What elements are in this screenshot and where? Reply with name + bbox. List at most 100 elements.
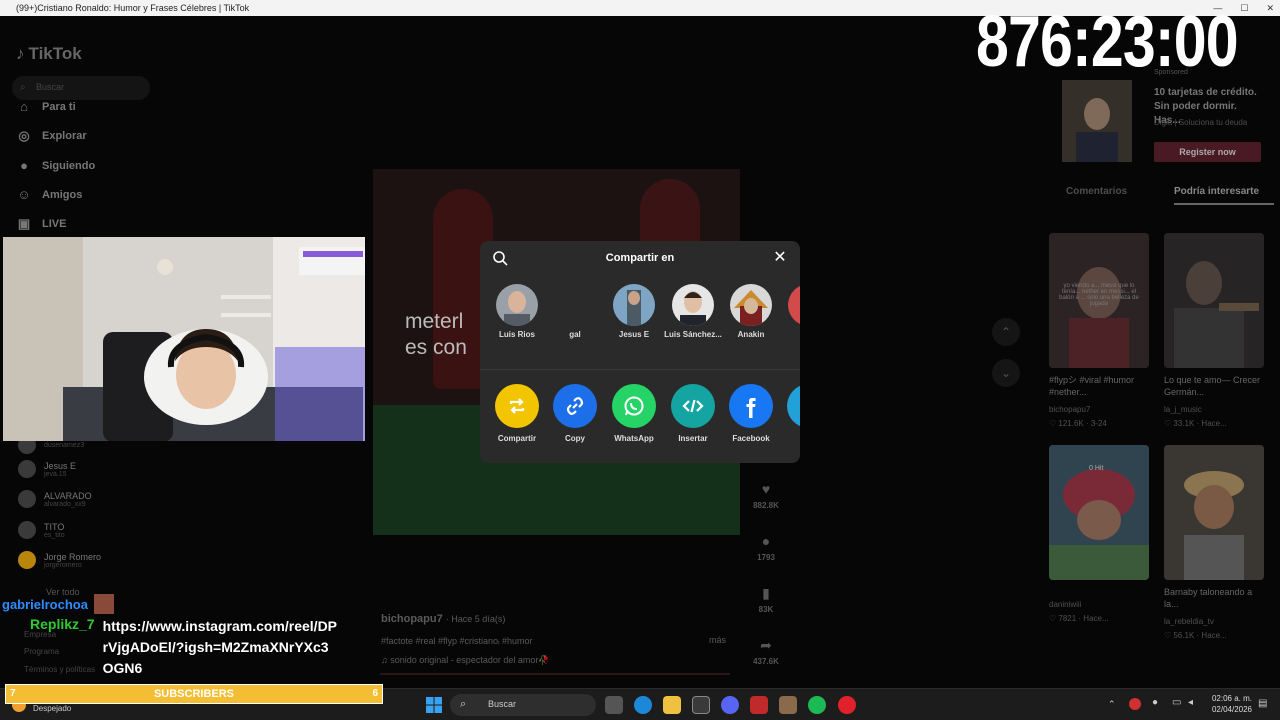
repost-icon bbox=[495, 384, 539, 428]
share-facebook-button[interactable]: Facebook bbox=[722, 384, 780, 443]
nav-label: Explorar bbox=[42, 130, 87, 142]
ad-subtitle: Digitt | Soluciona tu deuda bbox=[1154, 118, 1248, 127]
contact-item[interactable]: gal bbox=[546, 284, 604, 340]
share-embed-button[interactable]: Insertar bbox=[664, 384, 722, 443]
share-telegram-button[interactable]: Te bbox=[780, 384, 800, 443]
opera-icon[interactable] bbox=[838, 696, 856, 714]
tile-caption[interactable]: #flypシ #viral #humor #nether... bbox=[1049, 374, 1153, 398]
tile-caption[interactable]: Barnaby taloneando a la... bbox=[1164, 586, 1268, 610]
file-explorer-icon[interactable] bbox=[663, 696, 681, 714]
avatar bbox=[496, 284, 538, 326]
share-label: Te bbox=[780, 434, 800, 443]
share-repost-button[interactable]: Compartir bbox=[488, 384, 546, 443]
microphone-icon[interactable]: ● bbox=[1152, 697, 1158, 708]
avatar bbox=[672, 284, 714, 326]
comment-button[interactable]: ● 1793 bbox=[752, 533, 780, 562]
tray-app-icon[interactable] bbox=[1129, 698, 1141, 710]
video-tags[interactable]: #factote #real #flyp #cristianoᵢ #humor bbox=[381, 636, 533, 646]
like-button[interactable]: ♥ 882.8K bbox=[752, 481, 780, 510]
video-tile[interactable] bbox=[1164, 445, 1264, 580]
share-copy-button[interactable]: Copy bbox=[546, 384, 604, 443]
clock[interactable]: 02:06 a. m. 02/04/2026 bbox=[1208, 694, 1252, 714]
share-label: Copy bbox=[565, 434, 585, 443]
video-tile[interactable]: 0 Hit bbox=[1049, 445, 1149, 580]
contact-item[interactable]: Luis Rios bbox=[488, 284, 546, 340]
compass-icon: ◎ bbox=[18, 128, 30, 143]
following-item[interactable]: Jorge Romero jorgeromero bbox=[18, 551, 101, 569]
following-item[interactable]: Jesus Ejeva.15 bbox=[18, 460, 76, 478]
store-icon[interactable] bbox=[692, 696, 710, 714]
close-window-icon[interactable]: ✕ bbox=[1266, 0, 1274, 16]
save-button[interactable]: ▮ 83K bbox=[752, 585, 780, 614]
nav-siguiendo[interactable]: ● Siguiendo bbox=[16, 158, 216, 173]
tile-author[interactable]: bichopapu7 bbox=[1049, 405, 1090, 414]
nav-para-ti[interactable]: ⌂ Para ti bbox=[16, 99, 216, 114]
nav-explorar[interactable]: ◎ Explorar bbox=[16, 128, 216, 144]
maximize-icon[interactable]: ☐ bbox=[1240, 0, 1248, 16]
following-item[interactable]: ALVARADO alvarado_xx9 bbox=[18, 490, 92, 508]
app-icon[interactable] bbox=[779, 696, 797, 714]
tile-author[interactable]: la_rebeldia_tv bbox=[1164, 617, 1214, 626]
contact-name: gal bbox=[569, 330, 581, 339]
tile-stats: ♡ 7821 · Hace... bbox=[1049, 614, 1109, 623]
link-icon bbox=[553, 384, 597, 428]
task-view-icon[interactable] bbox=[605, 696, 623, 714]
search-input[interactable]: ⌕ Buscar bbox=[12, 76, 150, 100]
tab-podria-interesarte[interactable]: Podría interesarte bbox=[1174, 186, 1259, 197]
chat-message: gabrielrochoa bbox=[2, 594, 382, 614]
following-handle: alvarado_xx9 bbox=[44, 500, 86, 508]
close-icon[interactable]: ✕ bbox=[772, 250, 788, 266]
tab-comentarios[interactable]: Comentarios bbox=[1066, 186, 1127, 197]
shares-count: 437.6K bbox=[753, 657, 779, 666]
stream-timer: 876:23:00 bbox=[976, 2, 1239, 82]
following-handle: es_tito bbox=[44, 531, 65, 539]
clock-time: 02:06 a. m. bbox=[1211, 694, 1252, 703]
taskbar-search[interactable]: ⌕ Buscar bbox=[450, 694, 596, 716]
tile-author[interactable]: la_j_music bbox=[1164, 405, 1202, 414]
contact-item[interactable] bbox=[780, 284, 800, 326]
tiktok-note-icon: ♪ bbox=[16, 44, 25, 63]
tile-author[interactable]: daniniwiii bbox=[1049, 600, 1081, 609]
contact-item[interactable]: Jesus E bbox=[605, 284, 663, 340]
video-tile[interactable] bbox=[1164, 233, 1264, 368]
next-video-button[interactable]: ⌄ bbox=[992, 359, 1020, 387]
subs-current: 7 bbox=[10, 688, 16, 699]
contact-item[interactable]: Anakin bbox=[722, 284, 780, 340]
spotify-icon[interactable] bbox=[808, 696, 826, 714]
more-link[interactable]: más bbox=[709, 635, 726, 645]
contact-item[interactable]: Luis Sánchez... bbox=[664, 284, 722, 340]
share-icon: ➦ bbox=[760, 637, 772, 653]
video-sound[interactable]: ♫ sonido original - espectador del amor🥀 bbox=[381, 655, 550, 666]
network-icon[interactable]: ▭ bbox=[1172, 697, 1181, 708]
stream-chat: gabrielrochoa Replikz_7 https://www.inst… bbox=[2, 594, 382, 679]
share-whatsapp-button[interactable]: WhatsApp bbox=[605, 384, 663, 443]
following-item[interactable]: TITO es_tito bbox=[18, 521, 65, 539]
comments-count: 1793 bbox=[757, 553, 775, 562]
avatar bbox=[554, 284, 596, 326]
discord-icon[interactable] bbox=[721, 696, 739, 714]
tile-caption[interactable]: Lo que te amo— Crecer Germán... bbox=[1164, 374, 1268, 398]
start-button[interactable] bbox=[426, 697, 442, 718]
share-button[interactable]: ➦ 437.6K bbox=[752, 637, 780, 666]
video-author[interactable]: bichopapu7 bbox=[381, 613, 443, 625]
share-label: Compartir bbox=[497, 434, 537, 443]
edge-icon[interactable] bbox=[634, 696, 652, 714]
tile-stats: ♡ 56.1K · Hace... bbox=[1164, 631, 1227, 640]
prev-video-button[interactable]: ⌃ bbox=[992, 318, 1020, 346]
following-name: Jesus E bbox=[44, 460, 77, 471]
nav-amigos[interactable]: ☺ Amigos bbox=[16, 187, 216, 202]
search-icon: ⌕ bbox=[460, 698, 467, 710]
video-author-line[interactable]: bichopapu7 · Hace 5 día(s) bbox=[381, 613, 505, 625]
tray-chevron-icon[interactable]: ⌃ bbox=[1108, 699, 1116, 710]
video-progress[interactable] bbox=[380, 673, 730, 675]
music-note-icon: ♫ bbox=[381, 655, 391, 665]
video-tile[interactable]: yo viendo a... messi que lo tenía... net… bbox=[1049, 233, 1149, 368]
ad-thumbnail[interactable] bbox=[1062, 80, 1132, 162]
notification-icon[interactable]: ▤ bbox=[1258, 698, 1267, 709]
tiktok-logo[interactable]: ♪ TikTok bbox=[16, 44, 82, 64]
volume-icon[interactable]: ◂ bbox=[1188, 697, 1193, 708]
weather-text[interactable]: Despejado bbox=[33, 704, 71, 713]
nav-live[interactable]: ▣ LIVE bbox=[16, 216, 216, 232]
app-icon[interactable] bbox=[750, 696, 768, 714]
register-now-button[interactable]: Register now bbox=[1154, 142, 1261, 162]
